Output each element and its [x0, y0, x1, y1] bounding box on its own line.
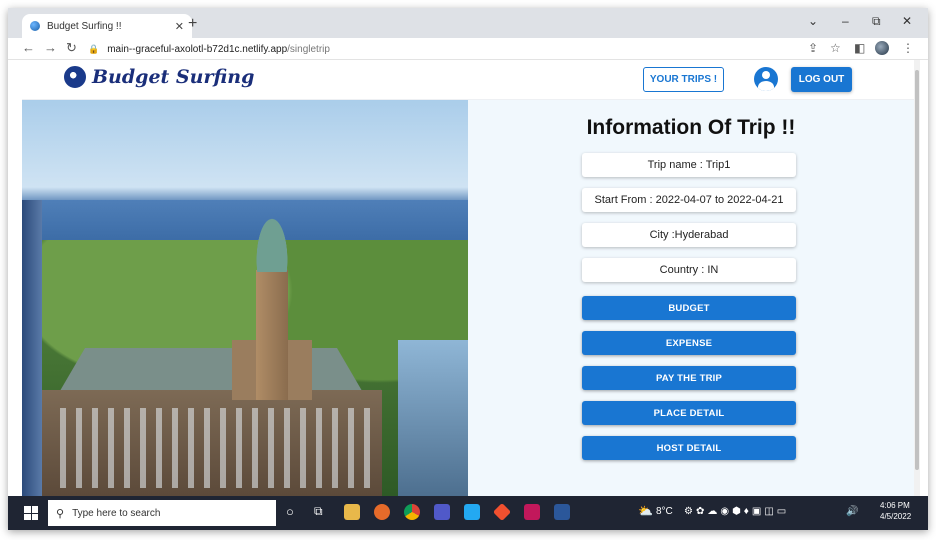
tab-title: Budget Surfing !! [47, 20, 122, 32]
scrollbar-thumb[interactable] [915, 70, 919, 470]
clock-date: 4/5/2022 [880, 512, 912, 521]
windows-start-icon[interactable] [24, 506, 38, 520]
url-host: main--graceful-axolotl-b72d1c.netlify.ap… [107, 43, 288, 55]
app-icon[interactable] [524, 504, 540, 520]
back-arrow-icon[interactable]: ← [22, 40, 35, 55]
site-favicon-icon [30, 21, 40, 31]
country-field: Country : IN [582, 258, 796, 282]
star-icon[interactable]: ☆ [830, 41, 841, 55]
search-placeholder: Type here to search [72, 507, 161, 519]
weather-icon[interactable]: ⛅ [638, 504, 653, 518]
taskbar-search-input[interactable]: ⚲ Type here to search [48, 500, 276, 526]
web-page: Budget Surfing YOUR TRIPS ! LOG OUT Info… [22, 60, 914, 496]
browser-window: Budget Surfing !! ✕ + ⌄ – ⧉ ✕ ← → ↻ 🔒 ma… [8, 8, 928, 530]
pay-the-trip-button[interactable]: PAY THE TRIP [582, 366, 796, 390]
task-view-icon[interactable]: ⧉ [314, 504, 323, 519]
system-tray-icons[interactable]: ⚙✿☁◉⬢♦▣◫▭ [684, 506, 789, 517]
logout-button[interactable]: LOG OUT [791, 67, 852, 92]
windows-taskbar: ⚲ Type here to search ○ ⧉ ⛅ 8°C ⚙✿☁◉⬢♦▣◫… [8, 496, 928, 530]
budget-button[interactable]: BUDGET [582, 296, 796, 320]
profile-avatar[interactable] [875, 41, 889, 55]
site-navbar: Budget Surfing YOUR TRIPS ! LOG OUT [22, 60, 914, 100]
side-panel-icon[interactable]: ◧ [854, 41, 865, 55]
forward-arrow-icon[interactable]: → [44, 40, 57, 55]
tab-strip: Budget Surfing !! ✕ + ⌄ – ⧉ ✕ [8, 8, 928, 38]
firefox-icon[interactable] [374, 504, 390, 520]
browser-tab[interactable]: Budget Surfing !! ✕ [22, 14, 192, 38]
campus-photo [22, 100, 468, 496]
chevron-down-icon[interactable]: ⌄ [808, 14, 818, 28]
trip-name-field: Trip name : Trip1 [582, 153, 796, 177]
maximize-icon[interactable]: ⧉ [872, 14, 881, 29]
brand-logo[interactable]: Budget Surfing [64, 66, 254, 88]
globe-icon [64, 66, 86, 88]
lock-icon: 🔒 [88, 43, 100, 54]
user-avatar-icon[interactable] [754, 67, 778, 91]
clock-time: 4:06 PM [880, 501, 910, 510]
teams-icon[interactable] [434, 504, 450, 520]
your-trips-button[interactable]: YOUR TRIPS ! [643, 67, 724, 92]
url-path: /singletrip [287, 43, 330, 55]
cortana-icon[interactable]: ○ [286, 504, 294, 519]
word-icon[interactable] [554, 504, 570, 520]
host-detail-button[interactable]: HOST DETAIL [582, 436, 796, 460]
city-field: City :Hyderabad [582, 223, 796, 247]
place-detail-button[interactable]: PLACE DETAIL [582, 401, 796, 425]
volume-icon[interactable]: 🔊 [846, 506, 858, 517]
address-bar[interactable]: 🔒 main--graceful-axolotl-b72d1c.netlify.… [88, 40, 828, 58]
page-scrollbar[interactable] [914, 60, 920, 496]
minimize-icon[interactable]: – [842, 14, 849, 28]
page-title: Information Of Trip !! [586, 116, 796, 139]
reload-icon[interactable]: ↻ [66, 40, 77, 56]
search-icon: ⚲ [56, 507, 65, 520]
start-from-field: Start From : 2022-04-07 to 2022-04-21 [582, 188, 796, 212]
trip-info-panel: Information Of Trip !! Trip name : Trip1… [468, 100, 914, 496]
expense-button[interactable]: EXPENSE [582, 331, 796, 355]
clock[interactable]: 4:06 PM 4/5/2022 [880, 500, 911, 522]
git-icon[interactable] [492, 502, 512, 522]
window-close-icon[interactable]: ✕ [902, 14, 912, 28]
brand-name: Budget Surfing [92, 66, 255, 88]
tab-close-icon[interactable]: ✕ [175, 20, 184, 33]
chrome-icon[interactable] [404, 504, 420, 520]
share-icon[interactable]: ⇪ [808, 41, 818, 55]
vscode-icon[interactable] [464, 504, 480, 520]
temperature[interactable]: 8°C [656, 506, 673, 517]
menu-dots-icon[interactable]: ⋮ [902, 41, 914, 55]
browser-toolbar: ← → ↻ 🔒 main--graceful-axolotl-b72d1c.ne… [8, 38, 928, 60]
new-tab-icon[interactable]: + [188, 15, 197, 33]
file-explorer-icon[interactable] [344, 504, 360, 520]
